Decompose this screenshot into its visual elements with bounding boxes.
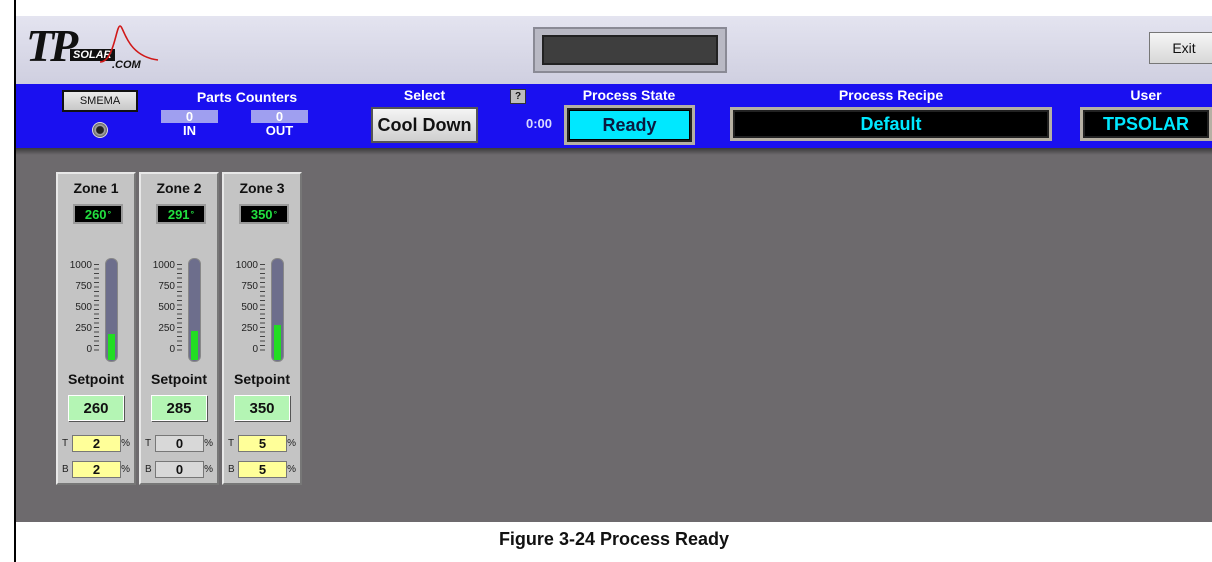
temperature-bar-fill bbox=[274, 325, 281, 360]
zone-temperature-readout: 291 ° bbox=[156, 204, 206, 224]
scale-tickmarks bbox=[177, 264, 182, 354]
scale-tick-label: 250 bbox=[241, 323, 258, 334]
counter-in-label: IN bbox=[183, 123, 196, 138]
bottom-tag: B bbox=[145, 464, 152, 475]
top-tag: T bbox=[228, 438, 235, 449]
cool-down-button[interactable]: Cool Down bbox=[371, 107, 478, 143]
bottom-tag: B bbox=[62, 464, 69, 475]
exit-button[interactable]: Exit bbox=[1149, 32, 1212, 64]
bottom-tag: B bbox=[228, 464, 235, 475]
tpsolar-logo: TP SOLAR .COM bbox=[26, 20, 176, 80]
scale-tick-label: 500 bbox=[241, 302, 258, 313]
parts-counters-title: Parts Counters bbox=[196, 89, 298, 105]
setpoint-label: Setpoint bbox=[234, 371, 290, 387]
status-toolbar: SMEMA Parts Counters 0 IN 0 OUT Select C… bbox=[16, 84, 1212, 148]
setpoint-input[interactable]: 260 bbox=[68, 395, 124, 421]
figure-caption: Figure 3-24 Process Ready bbox=[498, 529, 730, 549]
top-tag: T bbox=[62, 438, 69, 449]
smema-button[interactable]: SMEMA bbox=[62, 90, 138, 112]
counter-in-value: 0 bbox=[161, 109, 218, 124]
temperature-scale: 1000 750 500 250 0 bbox=[224, 260, 258, 360]
scale-tick-label: 250 bbox=[75, 323, 92, 334]
top-percent-input[interactable]: 5 bbox=[238, 435, 287, 452]
bottom-percent-input[interactable]: 5 bbox=[238, 461, 287, 478]
process-state-title: Process State bbox=[582, 87, 676, 103]
temperature-scale: 1000 750 500 250 0 bbox=[58, 260, 92, 360]
percent-unit: % bbox=[204, 438, 213, 449]
zone-card: Zone 2 291 ° 1000 750 500 250 0 Setpoint 285 T 0% B 0… bbox=[139, 172, 219, 485]
setpoint-input[interactable]: 285 bbox=[151, 395, 207, 421]
toolbar-divider bbox=[16, 148, 1212, 155]
scale-tick-label: 250 bbox=[158, 323, 175, 334]
scale-tick-label: 0 bbox=[252, 344, 258, 355]
zone-title: Zone 2 bbox=[156, 180, 202, 196]
header-bar: TP SOLAR .COM Exit bbox=[16, 16, 1212, 84]
scale-tick-label: 1000 bbox=[235, 260, 258, 271]
user-value: TPSOLAR bbox=[1102, 113, 1189, 134]
bottom-percent-input[interactable]: 2 bbox=[72, 461, 121, 478]
message-display-screen bbox=[542, 35, 718, 65]
top-percent-row: T 5% bbox=[224, 435, 300, 453]
select-title: Select bbox=[403, 87, 446, 103]
message-display-panel bbox=[533, 27, 727, 73]
counter-out-value: 0 bbox=[251, 109, 308, 124]
percent-unit: % bbox=[204, 464, 213, 475]
scale-tickmarks bbox=[260, 264, 265, 354]
smema-indicator-icon bbox=[92, 122, 108, 138]
temperature-scale: 1000 750 500 250 0 bbox=[141, 260, 175, 360]
zone-title: Zone 3 bbox=[239, 180, 285, 196]
help-icon[interactable]: ? bbox=[510, 89, 526, 104]
percent-unit: % bbox=[287, 464, 296, 475]
top-percent-input[interactable]: 2 bbox=[72, 435, 121, 452]
process-state-value: Ready bbox=[570, 111, 689, 139]
scale-tick-label: 750 bbox=[241, 281, 258, 292]
scale-tick-label: 1000 bbox=[152, 260, 175, 271]
temperature-bar-fill bbox=[191, 331, 198, 360]
logo-curve-icon bbox=[100, 25, 159, 63]
percent-unit: % bbox=[121, 438, 130, 449]
top-percent-row: T 0% bbox=[141, 435, 217, 453]
logo-tp-text: TP bbox=[26, 20, 78, 71]
scale-tick-label: 750 bbox=[158, 281, 175, 292]
zones-panel: Zone 1 260 ° 1000 750 500 250 0 Setpoint 260 T 2% B 2… bbox=[16, 155, 1212, 522]
zone-temperature-readout: 350 ° bbox=[239, 204, 289, 224]
top-percent-row: T 2% bbox=[58, 435, 134, 453]
scale-tick-label: 0 bbox=[86, 344, 92, 355]
process-recipe-value: Default bbox=[860, 113, 922, 134]
setpoint-label: Setpoint bbox=[68, 371, 124, 387]
zone-title: Zone 1 bbox=[73, 180, 119, 196]
temperature-bar bbox=[271, 258, 284, 362]
zone-temperature-readout: 260 ° bbox=[73, 204, 123, 224]
setpoint-label: Setpoint bbox=[151, 371, 207, 387]
temperature-bar bbox=[105, 258, 118, 362]
counter-out-label: OUT bbox=[265, 123, 294, 138]
percent-unit: % bbox=[121, 464, 130, 475]
bottom-percent-row: B 0% bbox=[141, 461, 217, 479]
scale-tick-label: 1000 bbox=[69, 260, 92, 271]
scale-tick-label: 750 bbox=[75, 281, 92, 292]
bottom-percent-input[interactable]: 0 bbox=[155, 461, 204, 478]
temperature-bar bbox=[188, 258, 201, 362]
scale-tickmarks bbox=[94, 264, 99, 354]
user-title: User bbox=[1130, 87, 1162, 103]
temperature-bar-fill bbox=[108, 334, 115, 360]
zone-card: Zone 3 350 ° 1000 750 500 250 0 Setpoint 350 T 5% B 5… bbox=[222, 172, 302, 485]
scale-tick-label: 0 bbox=[169, 344, 175, 355]
top-tag: T bbox=[145, 438, 152, 449]
setpoint-input[interactable]: 350 bbox=[234, 395, 290, 421]
bottom-percent-row: B 5% bbox=[224, 461, 300, 479]
process-recipe-title: Process Recipe bbox=[838, 87, 944, 103]
percent-unit: % bbox=[287, 438, 296, 449]
bottom-percent-row: B 2% bbox=[58, 461, 134, 479]
process-timer: 0:00 bbox=[526, 116, 553, 131]
zone-card: Zone 1 260 ° 1000 750 500 250 0 Setpoint 260 T 2% B 2… bbox=[56, 172, 136, 485]
scale-tick-label: 500 bbox=[75, 302, 92, 313]
scale-tick-label: 500 bbox=[158, 302, 175, 313]
top-percent-input[interactable]: 0 bbox=[155, 435, 204, 452]
